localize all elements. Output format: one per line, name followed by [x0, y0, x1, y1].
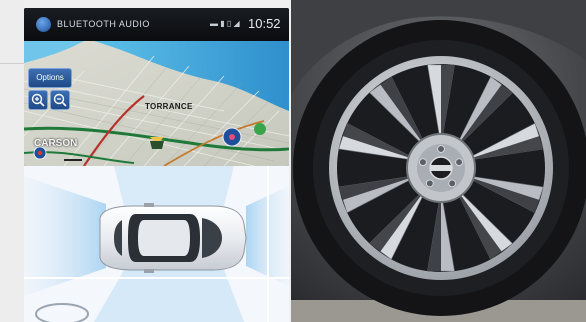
lug-nut: [455, 158, 463, 166]
vehicle-position-icon: [150, 141, 164, 149]
magnifier-minus-icon: [53, 93, 67, 107]
side-mirror-right: [144, 269, 154, 273]
side-mirror-left: [144, 203, 154, 207]
left-margin-strip: [0, 0, 24, 322]
signal-status-icon: ▬ ▮ ▯ ◢: [210, 19, 240, 28]
wheel-illustration: [291, 0, 586, 322]
parking-scene: [24, 166, 289, 322]
destination-marker-center: [229, 134, 235, 140]
audio-source-label: BLUETOOTH AUDIO: [57, 19, 150, 29]
lug-nut: [448, 179, 456, 188]
map-label-carson: CARSON: [34, 138, 78, 149]
nissan-badge-bar: [430, 165, 452, 171]
map-label-torrance: TORRANCE: [145, 102, 193, 111]
divider: [0, 63, 24, 64]
lug-nut: [426, 179, 434, 188]
lug-nut: [437, 145, 445, 153]
zoom-in-icon[interactable]: [28, 90, 48, 110]
bluetooth-audio-icon: [36, 17, 51, 32]
status-bar: BLUETOOTH AUDIO ▬ ▮ ▯ ◢ 10:52: [24, 8, 289, 41]
scale-bar: [64, 159, 82, 161]
options-button[interactable]: Options: [28, 68, 72, 88]
poi-marker-center: [37, 150, 43, 156]
navigation-screen-photo: BLUETOOTH AUDIO ▬ ▮ ▯ ◢ 10:52 Options TO…: [24, 8, 289, 166]
around-view-parking-photo: [24, 166, 289, 322]
car-roof: [138, 220, 190, 256]
side-sensor-beam-top: [114, 166, 234, 206]
zoom-out-icon[interactable]: [50, 90, 70, 110]
alloy-wheel-photo: [291, 0, 586, 322]
magnifier-plus-icon: [31, 93, 45, 107]
clock: 10:52: [248, 16, 281, 31]
lug-nut: [419, 158, 427, 166]
poi-green-marker: [254, 123, 266, 135]
